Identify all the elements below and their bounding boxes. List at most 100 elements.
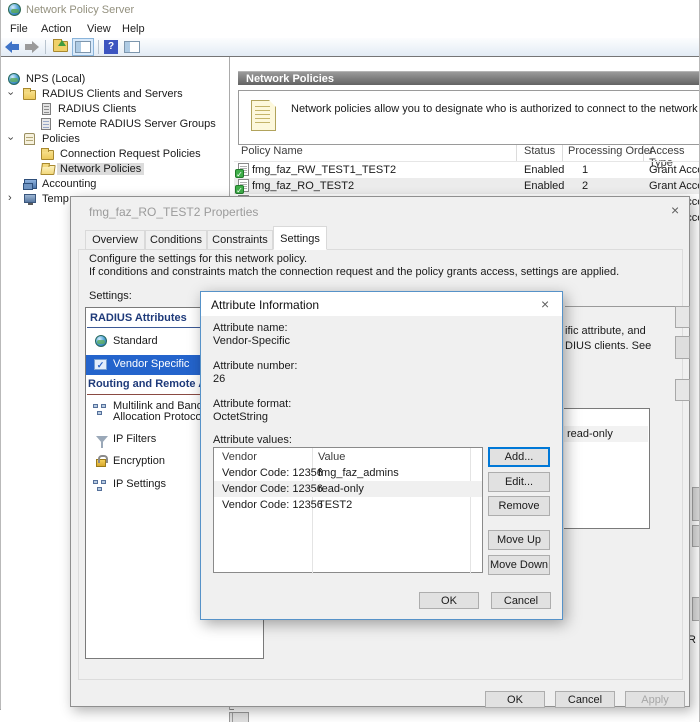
back-arrow-icon[interactable] (5, 41, 19, 53)
column-access-type[interactable]: Access Type (649, 145, 700, 161)
tree-item-connection-request-policies[interactable]: Connection Request Policies (1, 147, 229, 162)
tree-label: Accounting (42, 178, 96, 190)
nps-app-icon (8, 3, 21, 16)
value-cell: fmg_faz_admins (318, 467, 399, 479)
ip-settings-icon (93, 480, 107, 492)
policy-status: Enabled (524, 164, 564, 176)
folder-open-icon (40, 165, 55, 175)
description-panel: Network policies allow you to designate … (238, 90, 700, 145)
menu-file[interactable]: File (10, 23, 28, 35)
value-row-2-highlighted[interactable]: Vendor Code: 12356 read-only (214, 481, 482, 497)
policy-enabled-icon: ✓ (238, 163, 249, 176)
attribute-number-label: Attribute number: (213, 360, 297, 372)
close-icon[interactable]: × (541, 297, 549, 311)
tree-label-selected: Network Policies (57, 163, 144, 175)
add-button[interactable]: Add... (488, 447, 550, 467)
column-separator[interactable] (643, 145, 644, 161)
policy-access: Grant Access (649, 180, 700, 192)
column-value[interactable]: Value (318, 451, 345, 463)
tree-item-radius-clients[interactable]: RADIUS Clients (1, 102, 229, 117)
attribute-format-value: OctetString (213, 411, 268, 423)
value-cell: TEST2 (318, 499, 352, 511)
attr-cancel-button[interactable]: Cancel (491, 592, 551, 609)
column-vendor[interactable]: Vendor (222, 451, 257, 463)
tree-item-remote-radius-groups[interactable]: Remote RADIUS Server Groups (1, 117, 229, 132)
vendor-cell: Vendor Code: 12356 (222, 467, 323, 479)
policy-row-2-selected[interactable]: ✓ fmg_faz_RO_TEST2 Enabled 2 Grant Acces… (234, 178, 700, 194)
action-pane-icon[interactable] (124, 41, 140, 53)
tree-item-nps-local[interactable]: NPS (Local) (1, 72, 229, 87)
tab-conditions[interactable]: Conditions (145, 230, 207, 250)
folder-icon (23, 90, 36, 100)
remove-button[interactable]: Remove (488, 496, 550, 516)
server-group-icon (41, 118, 51, 130)
settings-item-label: IP Settings (113, 478, 166, 490)
menu-help[interactable]: Help (122, 23, 145, 35)
policy-access: Grant Access (649, 164, 700, 176)
value-row-3[interactable]: Vendor Code: 12356 TEST2 (214, 497, 482, 513)
policy-order: 1 (582, 164, 588, 176)
value-row-1[interactable]: Vendor Code: 12356 fmg_faz_admins (214, 465, 482, 481)
toolbar-separator2 (98, 40, 99, 54)
multilink-icon (93, 404, 107, 416)
export-list-icon[interactable] (53, 41, 68, 52)
vendor-cell: Vendor Code: 12356 (222, 499, 323, 511)
menu-view[interactable]: View (87, 23, 111, 35)
tree-label: RADIUS Clients (58, 103, 136, 115)
settings-item-label: IP Filters (113, 433, 156, 445)
taskbar-peek-fragment (229, 712, 249, 722)
tree-item-network-policies[interactable]: Network Policies (1, 162, 229, 177)
menu-action[interactable]: Action (41, 23, 72, 35)
forward-arrow-icon[interactable] (25, 41, 39, 53)
column-processing-order[interactable]: Processing Order (568, 145, 654, 161)
attribute-values-list[interactable]: Vendor Value Vendor Code: 12356 fmg_faz_… (213, 447, 483, 573)
column-policy-name[interactable]: Policy Name (241, 145, 303, 161)
column-status[interactable]: Status (524, 145, 555, 161)
settings-intro-line1: Configure the settings for this network … (89, 253, 679, 265)
background-list-fragment: read-only (564, 408, 650, 529)
policy-row-1[interactable]: ✓ fmg_faz_RW_TEST1_TEST2 Enabled 1 Grant… (234, 162, 700, 178)
attribute-information-dialog: Attribute Information × Attribute name: … (200, 291, 563, 620)
screen: Network Policy Server File Action View H… (0, 0, 700, 722)
clipped-button-fragment (675, 336, 690, 359)
edit-button[interactable]: Edit... (488, 472, 550, 492)
groupbox-edge-fragment (565, 306, 675, 307)
tree-label: NPS (Local) (26, 73, 85, 85)
tree-item-radius-clients-servers[interactable]: › RADIUS Clients and Servers (1, 87, 229, 102)
tab-overview[interactable]: Overview (85, 230, 145, 250)
menu-bar: File Action View Help (1, 20, 700, 38)
chevron-down-icon[interactable]: › (4, 92, 15, 96)
ok-button[interactable]: OK (485, 691, 545, 708)
help-icon[interactable]: ? (104, 40, 118, 54)
cancel-button[interactable]: Cancel (555, 691, 615, 708)
tree-item-accounting[interactable]: Accounting (1, 177, 229, 192)
clipped-button-fragment (675, 306, 690, 328)
templates-icon (24, 194, 36, 203)
clipped-ui-fragment (692, 597, 700, 621)
tab-constraints[interactable]: Constraints (207, 230, 273, 250)
move-up-button[interactable]: Move Up (488, 530, 550, 550)
attr-ok-button[interactable]: OK (419, 592, 479, 609)
attribute-dialog-title: Attribute Information (211, 298, 319, 312)
background-text-fragment: ific attribute, and (565, 325, 675, 337)
attribute-number-value: 26 (213, 373, 225, 385)
encryption-lock-icon (96, 459, 106, 467)
apply-button[interactable]: Apply (625, 691, 685, 708)
tree-label: Policies (42, 133, 80, 145)
policy-name: fmg_faz_RW_TEST1_TEST2 (252, 164, 396, 176)
policies-description: Network policies allow you to designate … (291, 103, 700, 115)
column-separator[interactable] (562, 145, 563, 161)
tree-item-policies[interactable]: › Policies (1, 132, 229, 147)
close-icon[interactable]: × (671, 203, 679, 217)
chevron-down-icon[interactable]: › (4, 137, 15, 141)
console-tree-toggle[interactable] (72, 38, 94, 56)
tree-label: Remote RADIUS Server Groups (58, 118, 216, 130)
settings-label: Settings: (89, 290, 132, 302)
chevron-right-icon[interactable]: › (8, 193, 12, 204)
tab-settings[interactable]: Settings (273, 226, 327, 250)
move-down-button[interactable]: Move Down (488, 555, 550, 575)
attribute-name-value: Vendor-Specific (213, 335, 290, 347)
column-separator[interactable] (516, 145, 517, 161)
attribute-format-label: Attribute format: (213, 398, 291, 410)
section-radius-attributes: RADIUS Attributes (90, 312, 187, 324)
